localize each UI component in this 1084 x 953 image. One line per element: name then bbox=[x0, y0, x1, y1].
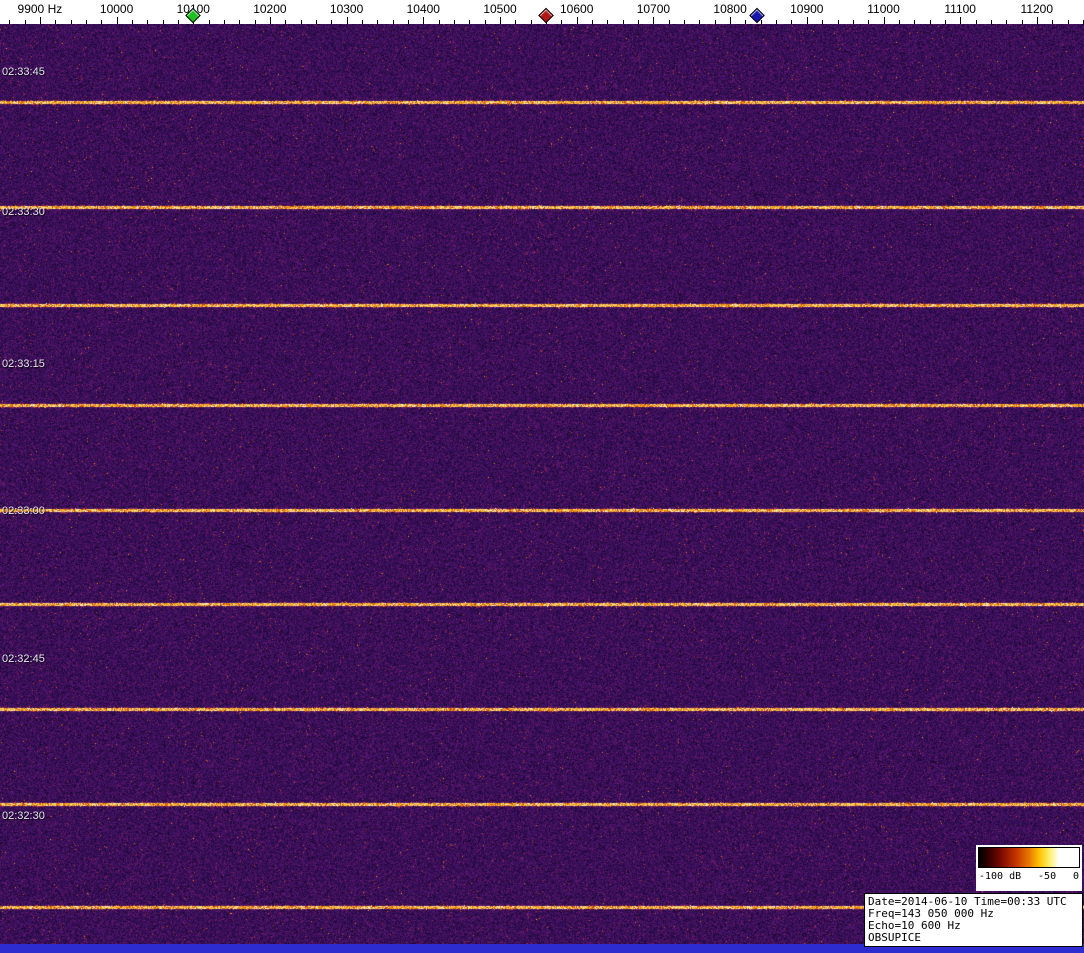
ruler-tick bbox=[638, 20, 640, 24]
ruler-tick bbox=[24, 20, 26, 24]
ruler-tick bbox=[316, 20, 317, 24]
ruler-tick bbox=[423, 17, 425, 24]
frequency-ruler[interactable]: 9900 Hz100001010010200103001040010500106… bbox=[0, 0, 1084, 24]
ruler-tick bbox=[960, 17, 962, 24]
ruler-tick bbox=[1052, 20, 1054, 24]
ruler-tick bbox=[745, 20, 747, 24]
ruler-tick bbox=[592, 20, 593, 24]
ruler-tick-label: 11100 bbox=[944, 2, 976, 16]
ruler-tick bbox=[377, 20, 379, 24]
ruler-tick-label: 9900 Hz bbox=[17, 2, 63, 16]
ruler-tick bbox=[837, 20, 839, 24]
db-scale-legend: -100 dB -50 0 bbox=[976, 845, 1082, 891]
color-scale-labels: -100 dB -50 0 bbox=[976, 868, 1082, 882]
ruler-tick bbox=[469, 20, 471, 24]
ruler-tick-label: 10200 bbox=[253, 2, 287, 16]
ruler-tick bbox=[515, 20, 517, 24]
ruler-tick bbox=[868, 20, 870, 24]
ruler-tick bbox=[1021, 20, 1023, 24]
ruler-tick bbox=[561, 20, 563, 24]
ruler-tick bbox=[684, 20, 686, 24]
ruler-tick bbox=[454, 20, 455, 24]
color-scale-gradient bbox=[978, 847, 1080, 868]
ruler-tick bbox=[898, 20, 900, 24]
ruler-tick-label: 10400 bbox=[406, 2, 440, 16]
ruler-tick bbox=[147, 20, 149, 24]
ruler-tick bbox=[806, 17, 808, 24]
ruler-tick bbox=[300, 20, 302, 24]
legend-label-max: 0 bbox=[1072, 871, 1079, 882]
spectrogram-page: 9900 Hz100001010010200103001040010500106… bbox=[0, 0, 1084, 953]
marker-red-diamond[interactable] bbox=[538, 7, 554, 24]
ruler-tick bbox=[55, 20, 57, 24]
ruler-tick bbox=[883, 17, 885, 24]
legend-label-min: -100 dB bbox=[979, 871, 1022, 882]
ruler-tick bbox=[269, 17, 271, 24]
ruler-tick-label: 10600 bbox=[560, 2, 594, 16]
ruler-tick bbox=[223, 20, 225, 24]
ruler-tick bbox=[607, 20, 609, 24]
ruler-tick bbox=[500, 17, 501, 24]
ruler-tick bbox=[530, 20, 532, 24]
ruler-tick bbox=[791, 20, 793, 24]
ruler-tick bbox=[9, 20, 11, 24]
ruler-tick bbox=[101, 20, 103, 24]
ruler-tick bbox=[1006, 20, 1008, 24]
ruler-tick bbox=[254, 20, 256, 24]
ruler-tick bbox=[1036, 17, 1038, 24]
ruler-tick bbox=[822, 20, 824, 24]
ruler-tick bbox=[177, 20, 179, 24]
ruler-tick bbox=[760, 20, 762, 24]
ruler-tick bbox=[929, 20, 931, 24]
ruler-tick bbox=[438, 20, 440, 24]
ruler-tick-label: 10500 bbox=[483, 2, 517, 16]
ruler-tick bbox=[576, 17, 578, 24]
ruler-tick bbox=[484, 20, 486, 24]
ruler-tick-label: 10700 bbox=[636, 2, 671, 16]
ruler-tick bbox=[1067, 20, 1069, 24]
ruler-tick bbox=[285, 20, 287, 24]
ruler-tick bbox=[85, 20, 87, 24]
ruler-tick bbox=[362, 20, 363, 24]
legend-label-mid: -50 bbox=[1038, 871, 1057, 882]
ruler-tick bbox=[39, 17, 41, 24]
ruler-tick-label: 10300 bbox=[329, 2, 364, 16]
ruler-tick bbox=[668, 20, 670, 24]
ruler-tick-label: 10800 bbox=[713, 2, 747, 16]
ruler-tick bbox=[776, 20, 778, 24]
ruler-tick bbox=[699, 20, 701, 24]
ruler-tick bbox=[852, 20, 854, 24]
ruler-tick bbox=[346, 17, 348, 24]
ruler-tick bbox=[239, 20, 241, 24]
ruler-tick-label: 10000 bbox=[99, 2, 134, 16]
ruler-tick bbox=[408, 20, 409, 24]
ruler-tick-label: 11000 bbox=[867, 2, 900, 16]
ruler-tick bbox=[622, 20, 624, 24]
ruler-tick bbox=[975, 20, 977, 24]
ruler-tick bbox=[990, 20, 992, 24]
spectrogram-canvas[interactable] bbox=[0, 24, 1084, 944]
ruler-tick bbox=[714, 20, 716, 24]
ruler-tick bbox=[653, 17, 655, 24]
ruler-tick-label: 11200 bbox=[1020, 2, 1054, 16]
ruler-tick bbox=[162, 20, 164, 24]
ruler-tick-label: 10900 bbox=[790, 2, 824, 16]
ruler-tick bbox=[944, 20, 946, 24]
ruler-tick bbox=[131, 20, 133, 24]
marker-blue-diamond[interactable] bbox=[749, 7, 765, 24]
ruler-tick bbox=[116, 17, 118, 24]
ruler-tick bbox=[208, 20, 210, 24]
observation-info-box: Date=2014-06-10 Time=00:33 UTC Freq=143 … bbox=[864, 893, 1083, 947]
info-station-line: OBSUPICE bbox=[868, 931, 921, 944]
ruler-tick bbox=[331, 20, 333, 24]
ruler-tick bbox=[730, 17, 732, 24]
ruler-tick bbox=[392, 20, 394, 24]
ruler-tick bbox=[914, 20, 916, 24]
ruler-tick bbox=[70, 20, 72, 24]
